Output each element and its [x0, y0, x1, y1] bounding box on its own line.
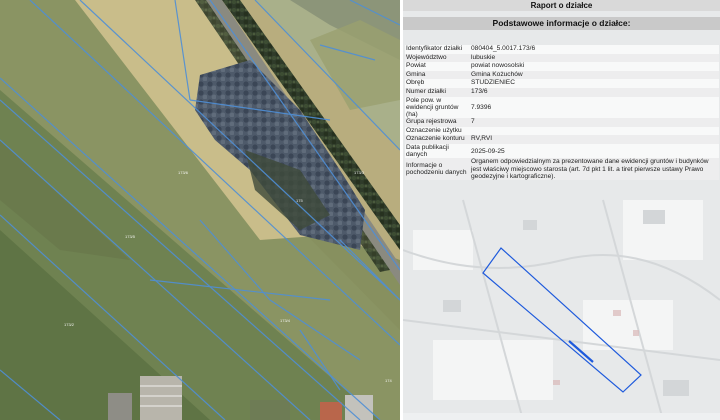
row-label: Pole pow. w ewidencji gruntów (ha): [406, 96, 459, 118]
table-row: Grupa rejestrowa 7: [405, 118, 719, 127]
table-row: Pole pow. w ewidencji gruntów (ha) 7.939…: [405, 96, 719, 119]
row-value: 7: [471, 118, 475, 126]
row-value: STUDZIENIEC: [471, 79, 515, 87]
row-value: 080404_5.0017.173/6: [471, 45, 536, 52]
row-label: Informacje o pochodzeniu danych: [406, 161, 467, 177]
row-value: lubuskie: [471, 53, 496, 61]
table-row: Województwo lubuskie: [405, 53, 719, 63]
row-label: Numer działki: [406, 87, 446, 95]
table-row: Informacje o pochodzeniu danych Organem …: [405, 158, 719, 180]
parcel-label: 173/3: [354, 170, 365, 175]
row-value: [470, 127, 719, 136]
report-view: 173/6 173/5 173/2 173/4 173/3 174 175 Ra…: [0, 0, 720, 420]
building-roof: [320, 402, 342, 420]
report-panel: Raport o działce Podstawowe informacje o…: [403, 0, 720, 420]
table-row: Powiat powiat nowosolski: [405, 62, 719, 71]
row-label: Powiat: [406, 62, 426, 70]
table-row: Oznaczenie użytku: [405, 126, 719, 136]
row-label: Oznaczenie konturu: [406, 135, 465, 143]
row-value: 2025-09-25: [471, 147, 505, 155]
section-title: Podstawowe informacje o działce:: [403, 17, 720, 30]
row-label: Identyfikator działki: [406, 45, 463, 52]
row-value: Gmina Kożuchów: [471, 70, 523, 78]
parcel-label: 173/5: [125, 234, 136, 239]
building-1: [108, 393, 132, 420]
row-value: RV,RVI: [471, 135, 493, 143]
orthophoto-svg: [0, 0, 400, 420]
parcel-label: 174: [385, 378, 392, 383]
table-row: Oznaczenie konturu RV,RVI: [405, 135, 719, 144]
row-label: Województwo: [406, 53, 447, 61]
parcel-label: 173/2: [64, 322, 75, 327]
table-row: Identyfikator działki 080404_5.0017.173/…: [405, 45, 719, 54]
row-value: 173/6: [471, 87, 488, 95]
report-title: Raport o działce: [403, 0, 720, 11]
table-row: Numer działki 173/6: [405, 87, 719, 97]
table-row: Gmina Gmina Kożuchów: [405, 70, 719, 80]
table-row: Data publikacji danych 2025-09-25: [405, 143, 719, 159]
row-label: Oznaczenie użytku: [406, 126, 462, 134]
row-value: powiat nowosolski: [471, 62, 525, 70]
table-row: Obręb STUDZIENIEC: [405, 79, 719, 88]
row-value: Organem odpowiedzialnym za prezentowane …: [471, 158, 709, 180]
parcel-info-table: Identyfikator działki 080404_5.0017.173/…: [405, 45, 719, 180]
orthophoto-map[interactable]: 173/6 173/5 173/2 173/4 173/3 174 175: [0, 0, 400, 420]
row-value: 7.9396: [471, 103, 492, 111]
row-label: Data publikacji danych: [406, 143, 449, 159]
greenhouses: [140, 376, 182, 420]
parcel-label: 173/6: [178, 170, 189, 175]
parcel-label: 173/4: [280, 318, 291, 323]
parcel-label: 175: [296, 198, 303, 203]
row-label: Gmina: [406, 70, 426, 78]
row-label: Grupa rejestrowa: [406, 118, 457, 126]
row-label: Obręb: [406, 79, 425, 87]
